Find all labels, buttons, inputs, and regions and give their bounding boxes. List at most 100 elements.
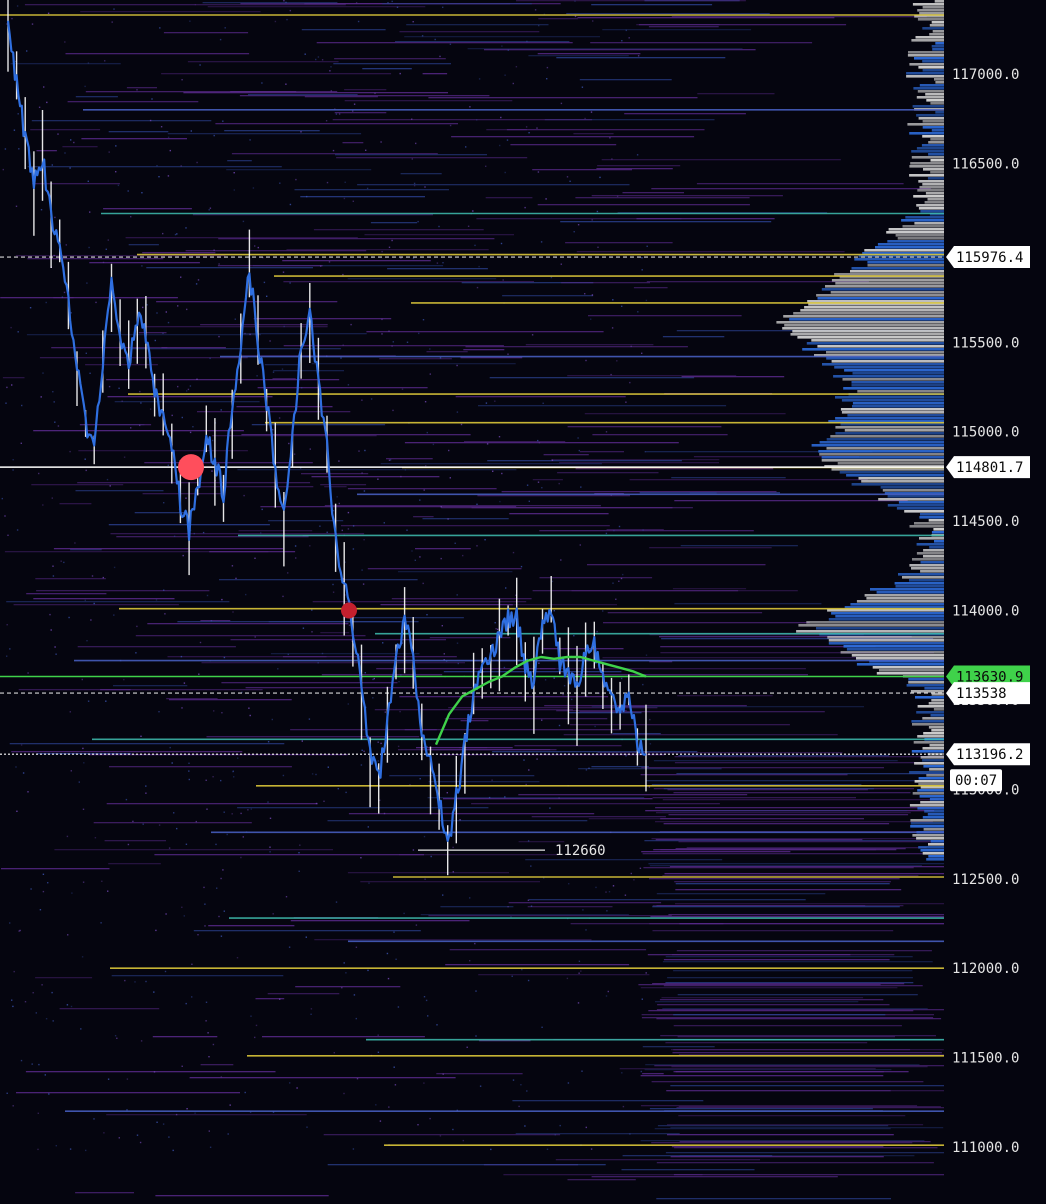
heatmap-streak	[335, 154, 487, 156]
volume-profile-bar	[894, 582, 944, 585]
heatmap-dot	[341, 987, 343, 989]
volume-profile-bar	[908, 678, 944, 681]
heatmap-dot	[422, 582, 424, 585]
heatmap-streak	[0, 297, 178, 299]
heatmap-dot	[524, 206, 526, 209]
heatmap-dot	[512, 551, 515, 554]
heatmap-dot	[341, 529, 343, 532]
heatmap-streak	[652, 930, 894, 932]
heatmap-dot	[612, 885, 615, 887]
volume-profile-bar	[918, 66, 944, 69]
heatmap-dot	[65, 244, 67, 246]
heatmap-dot	[511, 975, 513, 977]
heatmap-streak	[251, 424, 386, 426]
heatmap-dot	[422, 319, 425, 321]
heatmap-streak	[675, 903, 944, 905]
heatmap-streak	[336, 157, 528, 159]
heatmap-streak	[478, 974, 650, 976]
heatmap-dot	[401, 388, 404, 390]
orderbook-heatmap-chart[interactable]: 112660 111000.0 111500.0 112000.0 112500.0 1…	[0, 0, 1046, 1200]
heatmap-streak	[313, 229, 484, 231]
heatmap-dot	[81, 678, 83, 681]
heatmap-dot	[206, 808, 208, 810]
heatmap-dot	[599, 176, 601, 179]
heatmap-dot	[605, 532, 608, 535]
volume-profile-bar	[819, 453, 944, 456]
heatmap-dot	[395, 958, 397, 960]
volume-profile-bar	[912, 3, 944, 6]
heatmap-streak	[428, 915, 672, 917]
heatmap-dot	[287, 653, 289, 656]
volume-profile-bar	[930, 159, 944, 162]
heatmap-dot	[625, 29, 627, 32]
heatmap-dot	[20, 1059, 23, 1062]
heatmap-dot	[597, 246, 599, 248]
heatmap-dot	[181, 707, 183, 709]
chart-canvas[interactable]: 112660 111000.0 111500.0 112000.0 112500.0 1…	[0, 0, 1046, 1200]
heatmap-streak	[485, 197, 533, 199]
heatmap-dot	[219, 38, 222, 41]
heatmap-streak	[85, 364, 158, 366]
heatmap-dot	[42, 890, 45, 893]
heatmap-streak	[697, 93, 775, 95]
volume-profile-bar	[882, 489, 944, 492]
heatmap-dot	[329, 70, 331, 72]
volume-profile-bar	[906, 684, 944, 687]
heatmap-streak	[670, 1127, 944, 1129]
heatmap-dot	[287, 572, 289, 574]
heatmap-dot	[388, 1106, 390, 1108]
heatmap-dot	[177, 385, 179, 388]
heatmap-dot	[357, 20, 360, 23]
heatmap-dot	[397, 1006, 400, 1008]
heatmap-dot	[476, 503, 478, 505]
heatmap-streak	[154, 854, 424, 856]
heatmap-dot	[618, 580, 620, 582]
volume-profile-bar	[910, 819, 944, 822]
heatmap-dot	[377, 1034, 379, 1036]
heatmap-dot	[282, 595, 284, 598]
heatmap-dot	[11, 999, 13, 1001]
heatmap-streak	[290, 729, 437, 731]
heatmap-dot	[377, 760, 379, 762]
heatmap-dot	[499, 500, 501, 503]
heatmap-dot	[90, 619, 92, 621]
heatmap-streak	[672, 1052, 942, 1054]
heatmap-streak	[53, 548, 283, 550]
volume-profile-bar	[919, 516, 944, 519]
heatmap-streak	[65, 53, 250, 55]
heatmap-dot	[505, 587, 507, 589]
heatmap-dot	[105, 248, 107, 250]
heatmap-dot	[440, 557, 442, 560]
heatmap-dot	[567, 1082, 570, 1084]
heatmap-streak	[674, 603, 822, 605]
heatmap-dot	[20, 744, 23, 746]
heatmap-dot	[469, 960, 471, 962]
heatmap-dot	[163, 589, 165, 591]
heatmap-dot	[311, 631, 313, 633]
heatmap-streak	[642, 1046, 715, 1048]
heatmap-dot	[278, 417, 281, 419]
price-tag-115976-4: 115976.4	[956, 250, 1023, 266]
y-tick-label: 115000.0	[952, 425, 1019, 441]
large-marker-dot	[178, 454, 204, 481]
heatmap-streak	[344, 100, 513, 102]
heatmap-dot	[432, 443, 435, 446]
heatmap-dot	[500, 116, 502, 119]
heatmap-streak	[633, 287, 668, 289]
heatmap-dot	[372, 678, 374, 681]
heatmap-dot	[47, 882, 49, 884]
heatmap-dot	[494, 400, 496, 402]
heatmap-streak	[237, 807, 489, 809]
volume-profile-bar	[783, 315, 944, 318]
heatmap-dot	[518, 1105, 520, 1108]
heatmap-streak	[528, 55, 629, 57]
heatmap-dot	[427, 1015, 429, 1017]
heatmap-dot	[27, 672, 29, 674]
volume-profile-bar	[910, 822, 944, 825]
heatmap-dot	[209, 357, 211, 360]
heatmap-dot	[641, 352, 643, 354]
heatmap-streak	[591, 1176, 838, 1178]
heatmap-dot	[423, 835, 426, 838]
heatmap-dot	[55, 653, 57, 655]
heatmap-dot	[149, 119, 152, 122]
